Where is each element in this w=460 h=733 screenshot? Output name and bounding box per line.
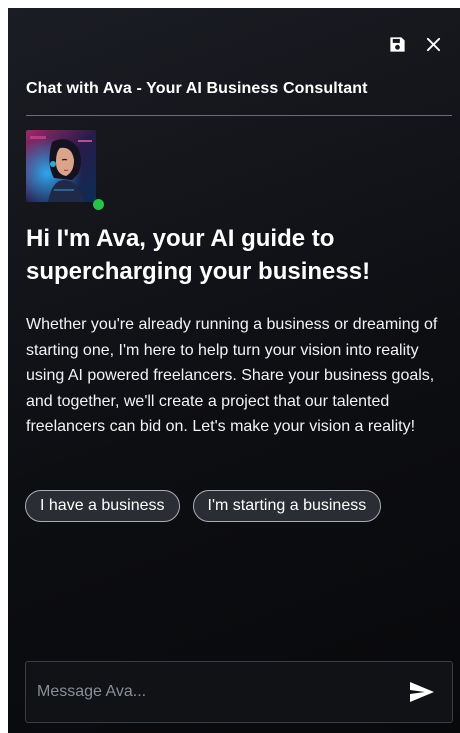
close-button[interactable] [422,33,444,55]
ava-avatar-container [26,130,104,210]
online-status-indicator [93,199,104,210]
close-icon [426,37,440,51]
chat-panel: Chat with Ava - Your AI Business Consult… [8,8,460,733]
send-button[interactable] [402,672,442,712]
quick-reply-starting-business[interactable]: I'm starting a business [192,490,382,522]
chat-title: Chat with Ava - Your AI Business Consult… [26,80,368,97]
ava-avatar-image [26,130,96,202]
message-composer [25,661,453,723]
save-icon [389,36,405,52]
intro-message: Whether you're already running a busines… [26,316,438,435]
quick-reply-have-business[interactable]: I have a business [25,490,180,522]
header-divider [26,115,452,116]
send-icon [410,682,434,702]
message-input[interactable] [26,682,402,702]
avatar [26,130,96,202]
quick-replies: I have a business I'm starting a busines… [25,490,382,522]
greeting-heading: Hi I'm Ava, your AI guide to superchargi… [26,225,371,285]
header-actions [386,33,444,55]
save-button[interactable] [386,33,408,55]
